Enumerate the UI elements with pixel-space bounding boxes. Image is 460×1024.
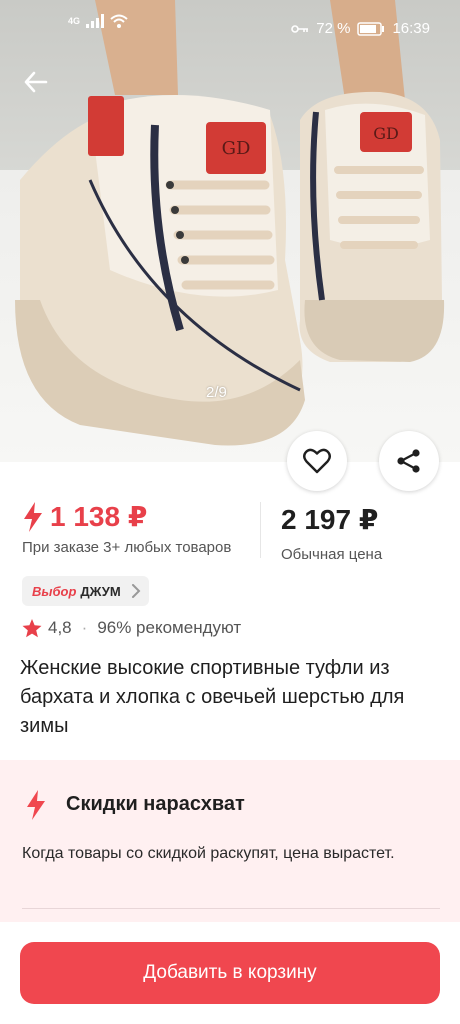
product-title: Женские высокие спортивные туфли из барх… [20,657,405,737]
svg-text:GD: GD [373,124,399,143]
recommend-text: 96% рекомендуют [97,618,242,637]
promo-price-block: 1 138 ₽ При заказе 3+ любых товаров [22,500,231,556]
gallery-counter: 2/9 [206,384,227,401]
share-icon [397,449,420,473]
bottom-action-bar: Добавить в корзину [0,922,460,1024]
svg-text:GD: GD [222,138,251,159]
arrow-left-icon [24,71,48,93]
flash-sale-description: Когда товары со скидкой раскупят, цена в… [22,845,395,862]
battery-icon [357,21,385,36]
status-bar: 4G 72 % 16:39 [0,0,460,44]
promo-condition: При заказе 3+ любых товаров [22,539,232,556]
product-image-gallery[interactable]: GD GD 4G 72 % 16:39 2/9 [0,0,460,462]
battery-percent: 72 % [316,20,351,37]
signal-icon [86,14,105,28]
rating-score: 4,8 [48,618,72,637]
badge-prefix: Выбор [32,583,77,599]
promo-price: 1 138 ₽ [50,501,148,532]
regular-price: 2 197 ₽ [281,504,379,535]
wifi-icon [110,14,128,28]
key-icon [291,24,309,33]
choice-badge[interactable]: Выбор ДЖУМ [22,576,149,606]
price-section: 1 138 ₽ При заказе 3+ любых товаров 2 19… [0,500,460,563]
share-button[interactable] [379,431,439,491]
badge-name: ДЖУМ [80,583,121,599]
back-button[interactable] [20,66,52,98]
star-icon [22,618,42,637]
regular-price-label: Обычная цена [281,546,383,563]
divider [22,908,440,909]
price-divider [260,502,261,558]
product-photo: GD GD [0,0,460,462]
add-to-cart-button[interactable]: Добавить в корзину [20,942,440,1004]
flash-sale-title: Скидки нарасхват [66,793,245,815]
chevron-right-icon [131,584,141,598]
lightning-icon [24,501,42,532]
flash-sale-block: Скидки нарасхват Когда товары со скидкой… [0,760,460,922]
favorite-button[interactable] [287,431,347,491]
clock: 16:39 [392,20,430,37]
rating-separator: · [81,618,88,637]
lightning-icon [27,790,45,820]
regular-price-block: 2 197 ₽ Обычная цена [281,500,382,563]
network-label: 4G [68,16,81,26]
rating-row[interactable]: 4,8 · 96% рекомендуют [22,618,241,638]
heart-icon [303,448,331,474]
